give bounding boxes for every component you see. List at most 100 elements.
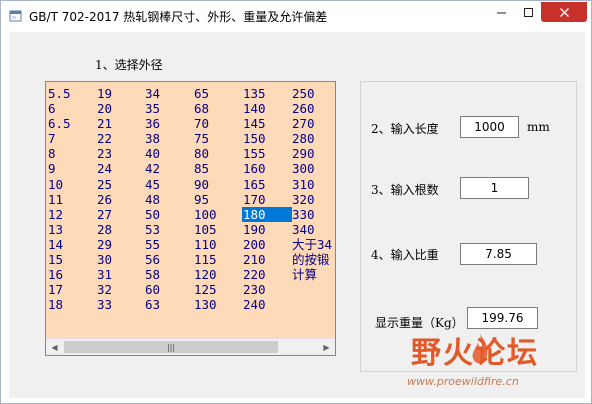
length-input[interactable]: 1000 [460, 116, 519, 138]
diameter-option[interactable]: 8 [47, 146, 97, 161]
diameter-option[interactable]: 140 [242, 101, 292, 116]
diameter-option[interactable]: 65 [193, 86, 243, 101]
diameter-option[interactable]: 60 [144, 282, 194, 297]
diameter-option[interactable]: 13 [47, 222, 97, 237]
diameter-option[interactable]: 170 [242, 192, 292, 207]
diameter-option[interactable]: 280 [291, 131, 335, 146]
diameter-list-area[interactable]: 5.5 6 6.5 7 8 9 10 11 12 13 14 15 16 17 18 19 20 21 22 23 2… [46, 82, 335, 338]
scroll-thumb[interactable]: ||| [64, 341, 278, 353]
diameter-option[interactable]: 100 [193, 207, 243, 222]
diameter-option[interactable]: 22 [96, 131, 146, 146]
diameter-option[interactable]: 155 [242, 146, 292, 161]
diameter-option[interactable]: 29 [96, 237, 146, 252]
diameter-option[interactable]: 230 [242, 282, 292, 297]
diameter-option[interactable]: 35 [144, 101, 194, 116]
diameter-option[interactable]: 6.5 [47, 116, 97, 131]
diameter-option[interactable]: 17 [47, 282, 97, 297]
diameter-option[interactable]: 19 [96, 86, 146, 101]
diameter-option[interactable]: 145 [242, 116, 292, 131]
diameter-option[interactable]: 38 [144, 131, 194, 146]
diameter-option[interactable]: 120 [193, 267, 243, 282]
diameter-option[interactable]: 5.5 [47, 86, 97, 101]
diameter-option[interactable]: 34 [144, 86, 194, 101]
diameter-option[interactable]: 250 [291, 86, 335, 101]
diameter-option[interactable]: 30 [96, 252, 146, 267]
title-bar[interactable]: GB/T 702-2017 热轧钢棒尺寸、外形、重量及允许偏差 [1, 1, 591, 31]
diameter-option[interactable]: 25 [96, 177, 146, 192]
diameter-option[interactable]: 14 [47, 237, 97, 252]
diameter-option[interactable]: 40 [144, 146, 194, 161]
diameter-option[interactable]: 80 [193, 146, 243, 161]
diameter-option[interactable]: 95 [193, 192, 243, 207]
maximize-icon[interactable] [515, 2, 541, 22]
diameter-option[interactable]: 125 [193, 282, 243, 297]
diameter-option[interactable]: 28 [96, 222, 146, 237]
diameter-option[interactable]: 290 [291, 146, 335, 161]
density-input[interactable]: 7.85 [460, 243, 537, 265]
diameter-option[interactable]: 27 [96, 207, 146, 222]
diameter-option[interactable]: 110 [193, 237, 243, 252]
minimize-icon[interactable] [488, 2, 515, 22]
diameter-option[interactable]: 23 [96, 146, 146, 161]
diameter-option[interactable]: 68 [193, 101, 243, 116]
diameter-option[interactable]: 340 [291, 222, 335, 237]
diameter-option[interactable]: 90 [193, 177, 243, 192]
diameter-option[interactable]: 56 [144, 252, 194, 267]
count-input[interactable]: 1 [460, 177, 529, 199]
diameter-option[interactable]: 12 [47, 207, 97, 222]
diameter-option[interactable]: 48 [144, 192, 194, 207]
diameter-option[interactable]: 10 [47, 177, 97, 192]
diameter-option[interactable]: 330 [291, 207, 335, 222]
diameter-option[interactable]: 270 [291, 116, 335, 131]
diameter-option[interactable]: 18 [47, 297, 97, 312]
scroll-right-icon[interactable]: ▶ [318, 339, 335, 355]
diameter-option[interactable]: 33 [96, 297, 146, 312]
diameter-option[interactable]: 42 [144, 161, 194, 176]
diameter-option[interactable]: 190 [242, 222, 292, 237]
diameter-option[interactable]: 75 [193, 131, 243, 146]
diameter-option[interactable]: 165 [242, 177, 292, 192]
diameter-option[interactable]: 260 [291, 101, 335, 116]
horizontal-scrollbar[interactable]: ◀ ||| ▶ [46, 338, 335, 355]
diameter-option[interactable]: 45 [144, 177, 194, 192]
diameter-option[interactable]: 计算 [291, 267, 335, 282]
diameter-option[interactable]: 70 [193, 116, 243, 131]
diameter-option[interactable]: 150 [242, 131, 292, 146]
diameter-option[interactable]: 320 [291, 192, 335, 207]
diameter-option[interactable]: 210 [242, 252, 292, 267]
diameter-option[interactable]: 180 [242, 206, 292, 222]
diameter-option[interactable]: 135 [242, 86, 292, 101]
diameter-option[interactable]: 15 [47, 252, 97, 267]
diameter-option[interactable]: 53 [144, 222, 194, 237]
diameter-option[interactable]: 58 [144, 267, 194, 282]
diameter-option[interactable]: 200 [242, 237, 292, 252]
diameter-option[interactable]: 85 [193, 161, 243, 176]
diameter-option[interactable]: 115 [193, 252, 243, 267]
diameter-option[interactable]: 大于34 [291, 237, 335, 252]
diameter-option[interactable]: 20 [96, 101, 146, 116]
diameter-option[interactable]: 240 [242, 297, 292, 312]
diameter-option[interactable]: 26 [96, 192, 146, 207]
diameter-option[interactable]: 36 [144, 116, 194, 131]
diameter-option[interactable]: 31 [96, 267, 146, 282]
diameter-option[interactable]: 63 [144, 297, 194, 312]
diameter-option[interactable]: 16 [47, 267, 97, 282]
diameter-option[interactable]: 7 [47, 131, 97, 146]
diameter-option[interactable]: 50 [144, 207, 194, 222]
scroll-left-icon[interactable]: ◀ [46, 339, 63, 355]
diameter-option[interactable]: 9 [47, 161, 97, 176]
diameter-option[interactable]: 的按锻 [291, 252, 335, 267]
diameter-option[interactable]: 220 [242, 267, 292, 282]
diameter-option[interactable]: 160 [242, 161, 292, 176]
diameter-option[interactable]: 11 [47, 192, 97, 207]
diameter-option[interactable]: 105 [193, 222, 243, 237]
diameter-option[interactable]: 300 [291, 161, 335, 176]
diameter-listbox[interactable]: 5.5 6 6.5 7 8 9 10 11 12 13 14 15 16 17 18 19 20 21 22 23 2… [45, 81, 336, 356]
diameter-option[interactable]: 55 [144, 237, 194, 252]
diameter-option[interactable]: 21 [96, 116, 146, 131]
diameter-option[interactable]: 130 [193, 297, 243, 312]
diameter-option[interactable]: 32 [96, 282, 146, 297]
close-icon[interactable] [541, 2, 587, 22]
diameter-option[interactable]: 24 [96, 161, 146, 176]
diameter-option[interactable]: 310 [291, 177, 335, 192]
